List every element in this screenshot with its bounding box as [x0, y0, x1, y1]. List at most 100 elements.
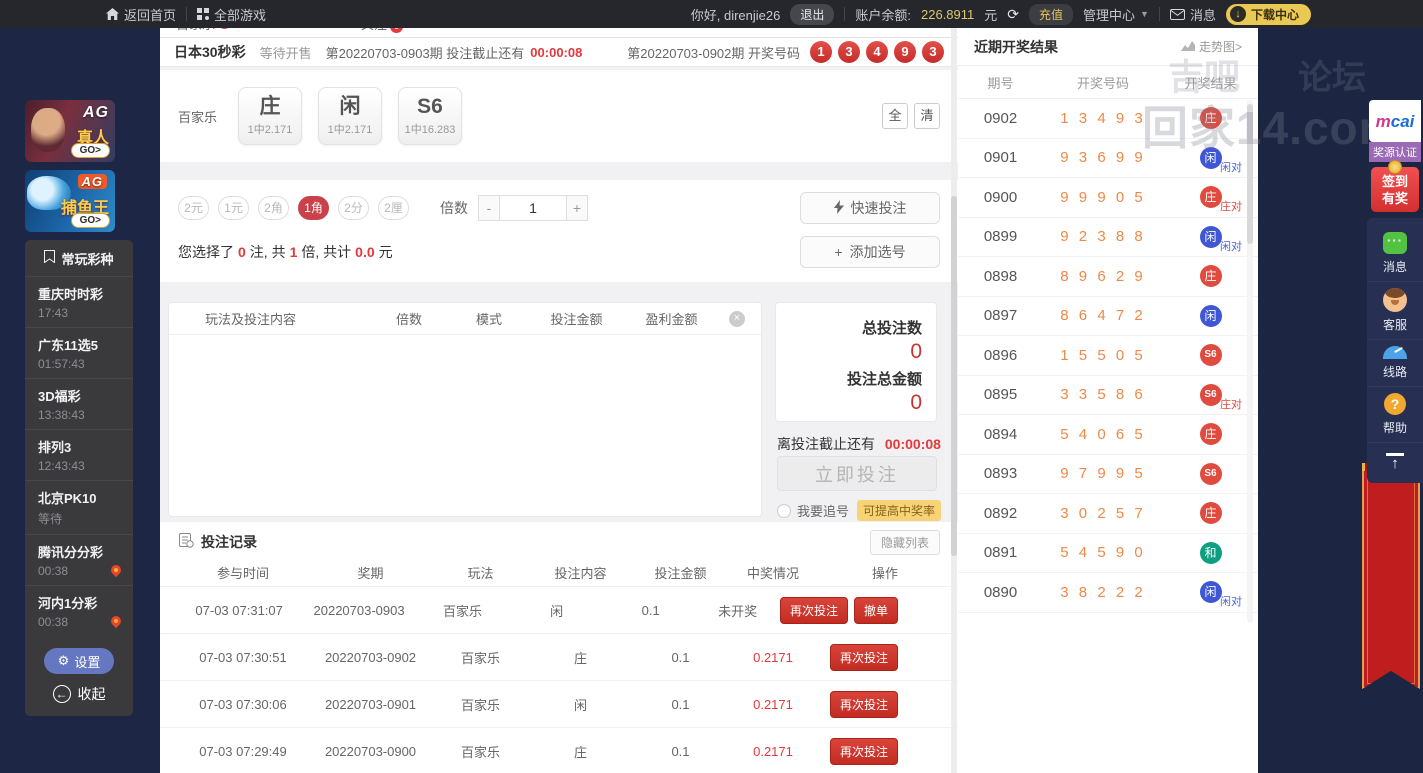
add-numbers-button[interactable]: + 添加选号 — [800, 236, 940, 268]
cancel-order-button[interactable]: 撤单 — [854, 596, 899, 624]
sidebar-item-cqssc[interactable]: 重庆时时彩 17:43 — [25, 276, 133, 327]
result-numbers: 3 8 2 2 2 — [1060, 583, 1146, 601]
settings-button[interactable]: ⚙ 设置 — [44, 648, 114, 674]
record-result: 未开奖 — [718, 603, 758, 619]
deadline-label: 离投注截止还有 — [777, 436, 875, 452]
sidebar-item-3dfc[interactable]: 3D福彩 13:38:43 — [25, 378, 133, 429]
home-link[interactable]: 返回首页 — [106, 5, 176, 24]
right-toolbar: mcai 奖源认证 签到 有奖 消息 客服 线路 ? 帮助 — [1367, 100, 1423, 483]
col-issue-no: 期号 — [987, 75, 1014, 91]
scrollbar-thumb[interactable] — [1247, 104, 1253, 244]
toolbar-messages[interactable]: 消息 — [1367, 226, 1423, 282]
tab-favorites[interactable]: 关注0 — [361, 28, 404, 37]
chip-2yuan[interactable]: 2元 — [178, 196, 209, 220]
col-draw-numbers: 开奖号码 — [1076, 75, 1129, 91]
result-numbers: 9 3 6 9 9 — [1060, 149, 1146, 167]
record-row: 07-03 07:30:06 20220703-0901 百家乐 闲 0.1 0… — [160, 680, 958, 727]
result-issue: 0895 — [983, 386, 1018, 404]
current-issue: 第20220703-0903期 投注截止还有 — [325, 45, 525, 61]
bet-slip-zone: 玩法及投注内容 倍数 模式 投注金额 盈利金额 × 总投注数 0 投注总金额 0… — [160, 294, 958, 529]
chip-1yuan[interactable]: 1元 — [218, 196, 249, 220]
rebet-button[interactable]: 再次投注 — [829, 690, 898, 718]
submit-bet-button[interactable]: 立即投注 — [777, 456, 937, 491]
rebet-button[interactable]: 再次投注 — [780, 596, 849, 624]
game-tabstrip: 百家乐 关注0 — [160, 28, 958, 38]
chip-1jiao-selected[interactable]: 1角 — [298, 196, 329, 220]
ag-fishing-go-button[interactable]: GO> — [70, 213, 110, 228]
clear-button[interactable]: 清 — [914, 103, 940, 129]
chip-2jiao[interactable]: 2角 — [258, 196, 289, 220]
signin-reward-button[interactable]: 签到 有奖 — [1371, 160, 1419, 212]
plus-icon: + — [834, 244, 843, 260]
chart-icon — [1180, 40, 1195, 54]
results-scrollbar[interactable] — [1247, 100, 1253, 623]
favorite-lotteries-header: 常玩彩种 — [25, 240, 133, 276]
sidebar-item-gd11x5[interactable]: 广东11选5 01:57:43 — [25, 327, 133, 378]
chip-2li[interactable]: 2厘 — [378, 196, 409, 220]
toolbar-lines[interactable]: 线路 — [1367, 340, 1423, 387]
tab-baccarat[interactable]: 百家乐 — [176, 28, 232, 37]
ag-fishing-banner[interactable]: AG 捕鱼王 GO> — [25, 170, 115, 232]
deadline-row: 离投注截止还有 00:00:08 — [777, 434, 941, 454]
scrollbar-thumb[interactable] — [951, 196, 957, 556]
quick-bet-button[interactable]: 快速投注 — [800, 192, 940, 224]
main-scrollbar[interactable] — [951, 28, 957, 773]
chip-2fen[interactable]: 2分 — [338, 196, 369, 220]
sidebar-item-bjpk10[interactable]: 北京PK10 等待 — [25, 480, 133, 534]
col-time: 参与时间 — [216, 565, 269, 581]
close-icon[interactable]: × — [729, 310, 745, 327]
slip-col-amount: 投注金额 — [550, 312, 603, 327]
rebet-button[interactable]: 再次投注 — [829, 643, 898, 671]
toolbar-strip: 消息 客服 线路 ? 帮助 ↑ — [1367, 218, 1423, 483]
collapse-sidebar-button[interactable]: ← 收起 — [44, 684, 114, 704]
ag-brand-text: AG — [77, 174, 107, 189]
bet-option-s6[interactable]: S6 1中16.283 — [398, 87, 462, 145]
summary-text: 注, 共 — [249, 244, 286, 260]
all-games-link[interactable]: 全部游戏 — [197, 5, 266, 24]
sidebar-item-pl3[interactable]: 排列3 12:43:43 — [25, 429, 133, 480]
lottery-name: 排列3 — [38, 440, 72, 455]
toolbar-help[interactable]: ? 帮助 — [1367, 387, 1423, 443]
bet-option-player[interactable]: 闲 1中2.171 — [318, 87, 382, 145]
results-columns: 期号 开奖号码 开奖结果 — [958, 66, 1258, 99]
hide-list-button[interactable]: 隐藏列表 — [869, 529, 940, 555]
back-to-top-button[interactable]: ↑ — [1367, 443, 1423, 477]
toolbar-label: 帮助 — [1382, 421, 1407, 435]
select-all-button[interactable]: 全 — [882, 103, 908, 129]
summary-text: 倍, 共计 — [301, 244, 352, 260]
lottery-countdown: 01:57:43 — [38, 357, 85, 371]
sidebar-item-txffc[interactable]: 腾讯分分彩 00:38 — [25, 534, 133, 585]
multiplier-input[interactable] — [500, 195, 566, 221]
lottery-name: 重庆时时彩 — [38, 287, 104, 302]
chevron-down-icon: ▼ — [1140, 9, 1149, 19]
result-issue: 0892 — [983, 504, 1018, 522]
logout-button[interactable]: 退出 — [790, 3, 835, 25]
chase-radio[interactable] — [777, 503, 791, 518]
refresh-balance-icon[interactable]: ⟳ — [1007, 7, 1019, 21]
ag-live-go-button[interactable]: GO> — [70, 143, 110, 158]
pair-label: 闲对 — [1220, 596, 1242, 609]
bet-option-banker[interactable]: 庄 1中2.171 — [238, 87, 302, 145]
admin-center-menu[interactable]: 管理中心 ▼ — [1083, 5, 1149, 24]
home-label: 返回首页 — [124, 7, 177, 23]
multiplier-plus-button[interactable]: + — [566, 195, 588, 221]
mcai-logo-card[interactable]: mcai — [1369, 100, 1421, 142]
sidebar-item-hn1fc[interactable]: 河内1分彩 00:38 — [25, 585, 133, 636]
records-columns: 参与时间 奖期 玩法 投注内容 投注金额 中奖情况 操作 — [160, 558, 958, 586]
lottery-name: 河内1分彩 — [38, 596, 98, 611]
download-center-button[interactable]: ↓ 下载中心 — [1225, 3, 1311, 25]
trend-chart-link[interactable]: 走势图> — [1180, 38, 1242, 55]
multiplier-minus-button[interactable]: - — [478, 195, 500, 221]
ag-live-banner[interactable]: AG 真人 GO> — [25, 100, 115, 162]
recharge-button[interactable]: 充值 — [1029, 3, 1074, 25]
messages-link[interactable]: 消息 — [1169, 5, 1216, 24]
summary-count: 0 — [238, 244, 246, 260]
pair-label: 庄对 — [1220, 201, 1242, 214]
toolbar-customer-service[interactable]: 客服 — [1367, 282, 1423, 340]
mcai-logo: mcai — [1375, 111, 1415, 131]
draw-ball: 4 — [866, 41, 888, 63]
add-numbers-label: 添加选号 — [849, 244, 906, 260]
option-name: S6 — [417, 94, 443, 118]
result-row: 0901 9 3 6 9 9 闲闲对 — [958, 139, 1258, 178]
rebet-button[interactable]: 再次投注 — [829, 737, 898, 765]
